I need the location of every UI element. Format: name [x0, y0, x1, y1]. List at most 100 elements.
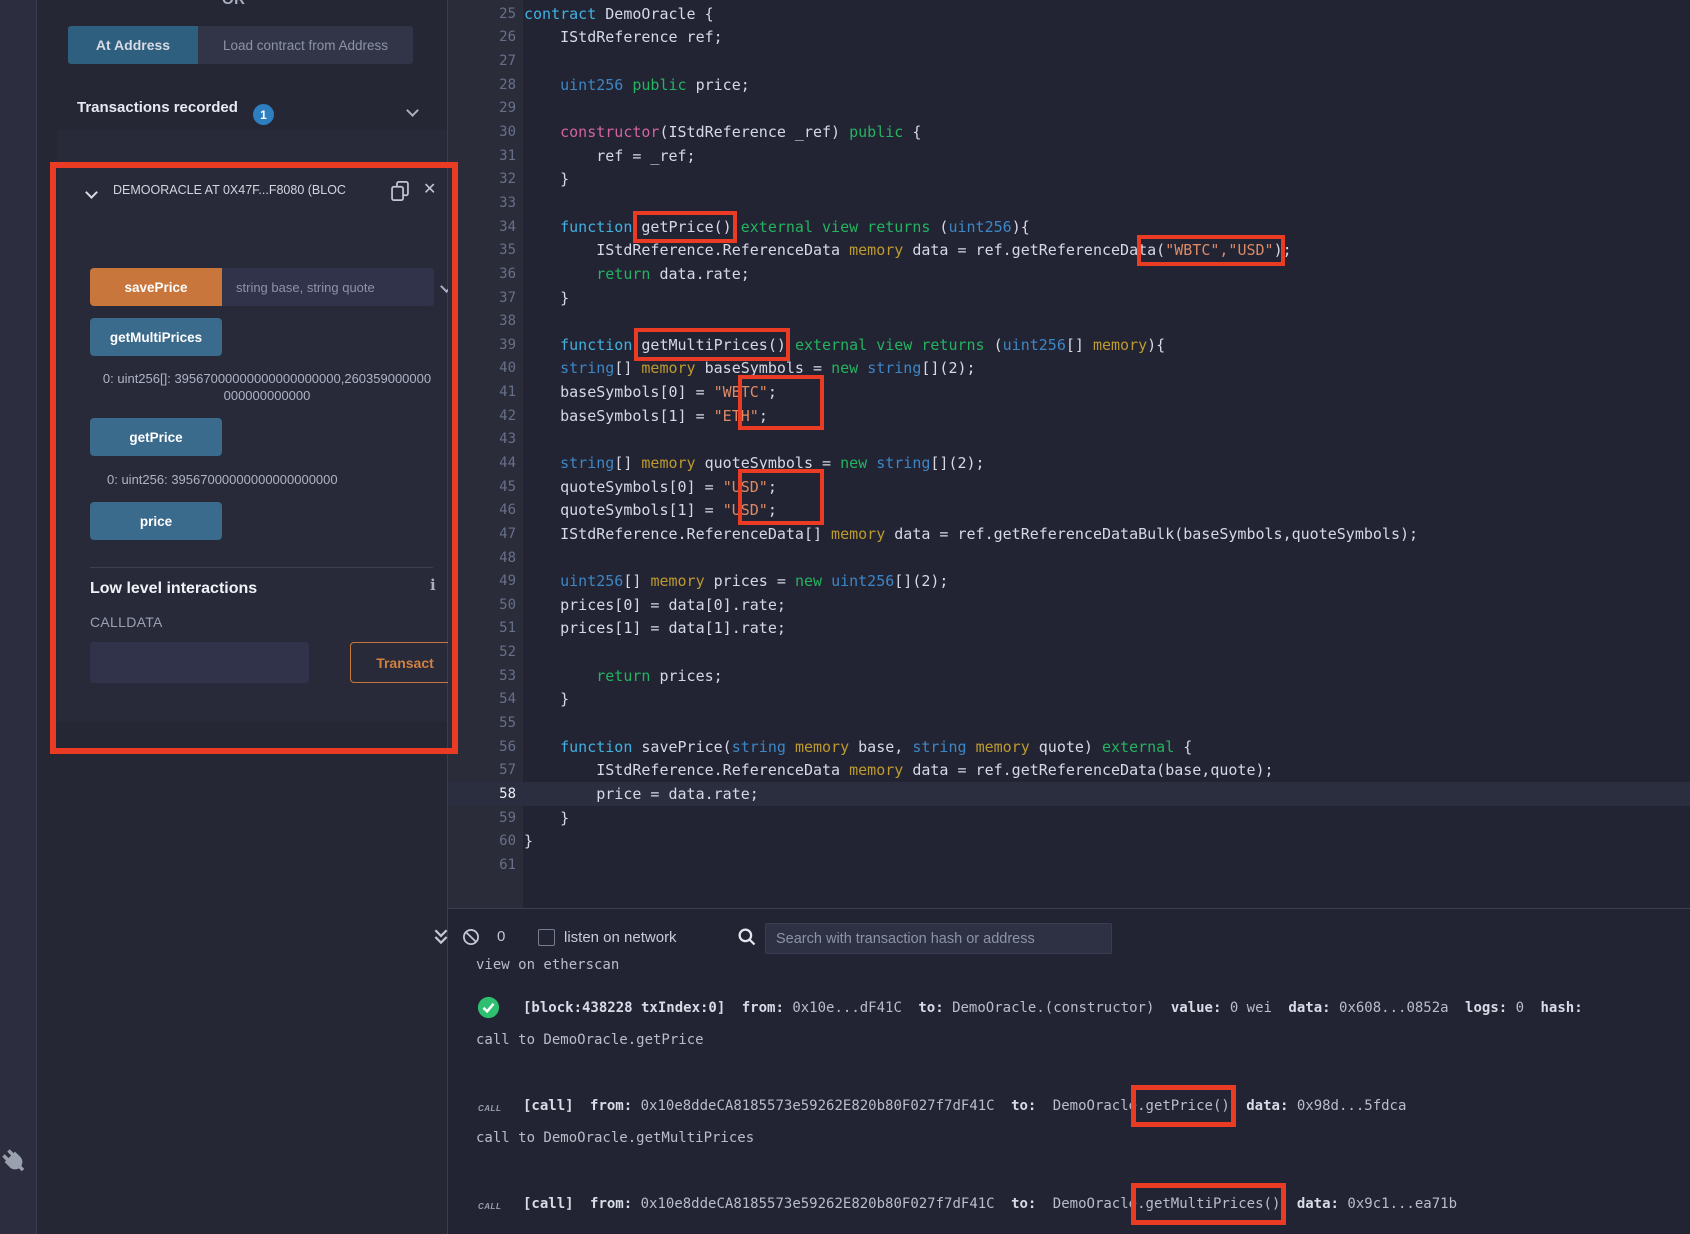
code-text: return data.rate; — [524, 265, 750, 283]
line-number: 54 — [448, 691, 523, 707]
code-line[interactable]: 39 function getMultiPrices() external vi… — [448, 333, 1690, 357]
getmultiprices-button[interactable]: getMultiPrices — [90, 318, 222, 356]
code-line[interactable]: 53 return prices; — [448, 664, 1690, 688]
code-text: quoteSymbols[0] = "USD"; — [524, 478, 777, 496]
code-line[interactable]: 43 — [448, 428, 1690, 452]
line-number: 25 — [448, 6, 523, 22]
price-button[interactable]: price — [90, 502, 222, 540]
code-text: } — [524, 170, 569, 188]
code-line[interactable]: 42 baseSymbols[1] = "ETH"; — [448, 404, 1690, 428]
code-text: } — [524, 809, 569, 827]
line-number: 39 — [448, 337, 523, 353]
line-number: 59 — [448, 810, 523, 826]
code-line[interactable]: 55 — [448, 711, 1690, 735]
line-number: 49 — [448, 573, 523, 589]
code-text: string[] memory quoteSymbols = new strin… — [524, 454, 985, 472]
close-contract-icon[interactable]: ✕ — [423, 179, 436, 199]
tx-success-check-icon — [477, 996, 500, 1019]
etherscan-link[interactable]: view on etherscan — [476, 957, 619, 973]
calldata-input[interactable] — [90, 642, 309, 683]
code-line[interactable]: 44 string[] memory quoteSymbols = new st… — [448, 451, 1690, 475]
code-line[interactable]: 60} — [448, 829, 1690, 853]
code-text: baseSymbols[0] = "WBTC"; — [524, 383, 777, 401]
line-number: 42 — [448, 408, 523, 424]
saveprice-button[interactable]: savePrice — [90, 268, 222, 306]
line-number: 60 — [448, 833, 523, 849]
code-text: IStdReference.ReferenceData memory data … — [524, 241, 1292, 259]
code-line[interactable]: 32 } — [448, 167, 1690, 191]
code-line[interactable]: 56 function savePrice(string memory base… — [448, 735, 1690, 759]
code-line[interactable]: 38 — [448, 309, 1690, 333]
code-line[interactable]: 30 constructor(IStdReference _ref) publi… — [448, 120, 1690, 144]
code-text: quoteSymbols[1] = "USD"; — [524, 501, 777, 519]
terminal-search-input[interactable] — [765, 923, 1112, 954]
code-line[interactable]: 35 IStdReference.ReferenceData memory da… — [448, 238, 1690, 262]
call-tag-label: CALL — [478, 1202, 501, 1211]
code-line[interactable]: 40 string[] memory baseSymbols = new str… — [448, 357, 1690, 381]
at-address-input[interactable]: Load contract from Address — [198, 26, 413, 64]
code-line[interactable]: 27 — [448, 49, 1690, 73]
call-caption: call to DemoOracle.getPrice — [476, 1032, 704, 1048]
line-number: 31 — [448, 148, 523, 164]
code-line[interactable]: 48 — [448, 546, 1690, 570]
transactions-count-badge: 1 — [253, 104, 274, 125]
code-line[interactable]: 41 baseSymbols[0] = "WBTC"; — [448, 380, 1690, 404]
tx-log-block[interactable]: [block:438228 txIndex:0] from: 0x10e...d… — [523, 1000, 1690, 1016]
code-editor[interactable]: 25contract DemoOracle {26 IStdReference … — [448, 2, 1690, 877]
code-line[interactable]: 61 — [448, 853, 1690, 877]
code-line[interactable]: 28 uint256 public price; — [448, 73, 1690, 97]
listen-on-network-checkbox[interactable] — [538, 929, 555, 946]
info-icon[interactable]: i — [430, 576, 436, 594]
code-text: ref = _ref; — [524, 147, 696, 165]
code-line[interactable]: 34 function getPrice() external view ret… — [448, 215, 1690, 239]
code-line[interactable]: 26 IStdReference ref; — [448, 26, 1690, 50]
chevron-down-icon[interactable] — [406, 104, 419, 117]
line-number: 27 — [448, 53, 523, 69]
code-line[interactable]: 31 ref = _ref; — [448, 144, 1690, 168]
code-line[interactable]: 46 quoteSymbols[1] = "USD"; — [448, 498, 1690, 522]
code-line[interactable]: 50 prices[0] = data[0].rate; — [448, 593, 1690, 617]
line-number: 41 — [448, 384, 523, 400]
code-line[interactable]: 25contract DemoOracle { — [448, 2, 1690, 26]
code-line[interactable]: 36 return data.rate; — [448, 262, 1690, 286]
code-line[interactable]: 59 } — [448, 806, 1690, 830]
code-text: uint256[] memory prices = new uint256[](… — [524, 572, 948, 590]
line-number: 28 — [448, 77, 523, 93]
at-address-button[interactable]: At Address — [68, 26, 198, 64]
low-level-interactions-title: Low level interactions — [90, 580, 257, 598]
saveprice-args-input[interactable]: string base, string quote — [222, 268, 434, 306]
getprice-button[interactable]: getPrice — [90, 418, 222, 456]
clear-console-icon[interactable] — [462, 928, 480, 946]
code-line[interactable]: 45 quoteSymbols[0] = "USD"; — [448, 475, 1690, 499]
code-line[interactable]: 58 price = data.rate; — [448, 782, 1690, 806]
code-line[interactable]: 51 prices[1] = data[1].rate; — [448, 617, 1690, 641]
code-line[interactable]: 57 IStdReference.ReferenceData memory da… — [448, 759, 1690, 783]
call-tag-label: CALL — [478, 1104, 501, 1113]
line-number: 52 — [448, 644, 523, 660]
call-log-getprice[interactable]: [call] from: 0x10e8ddeCA8185573e59262E82… — [523, 1098, 1406, 1114]
contract-instance-title[interactable]: DEMOORACLE AT 0X47F...F8080 (BLOC — [113, 183, 381, 201]
code-line[interactable]: 54 } — [448, 688, 1690, 712]
code-line[interactable]: 49 uint256[] memory prices = new uint256… — [448, 569, 1690, 593]
line-number: 61 — [448, 857, 523, 873]
call-log-getmultiprices[interactable]: [call] from: 0x10e8ddeCA8185573e59262E82… — [523, 1196, 1457, 1212]
getmultiprices-output: 0: uint256[]: 39567000000000000000000,26… — [102, 370, 432, 404]
code-text: } — [524, 832, 533, 850]
line-number: 43 — [448, 431, 523, 447]
copy-address-icon[interactable] — [390, 180, 410, 202]
code-text: price = data.rate; — [524, 785, 759, 803]
line-number: 46 — [448, 502, 523, 518]
code-line[interactable]: 52 — [448, 640, 1690, 664]
line-number: 45 — [448, 479, 523, 495]
transact-button[interactable]: Transact — [350, 642, 460, 683]
code-text: IStdReference ref; — [524, 28, 723, 46]
code-line[interactable]: 47 IStdReference.ReferenceData[] memory … — [448, 522, 1690, 546]
code-line[interactable]: 33 — [448, 191, 1690, 215]
code-line[interactable]: 29 — [448, 97, 1690, 121]
code-line[interactable]: 37 } — [448, 286, 1690, 310]
collapse-terminal-icon[interactable] — [433, 928, 449, 946]
collapse-contract-icon[interactable] — [85, 186, 98, 199]
code-text: return prices; — [524, 667, 723, 685]
call-caption: call to DemoOracle.getMultiPrices — [476, 1130, 754, 1146]
code-text: } — [524, 690, 569, 708]
